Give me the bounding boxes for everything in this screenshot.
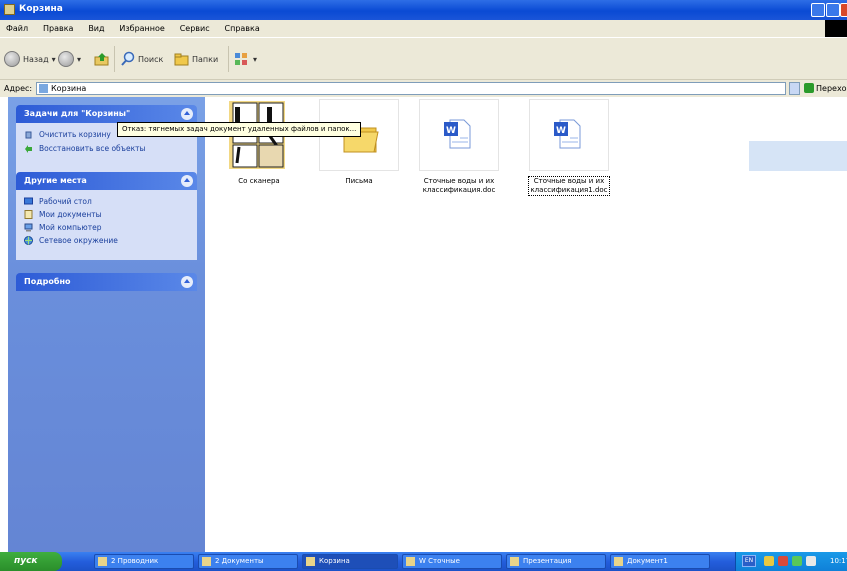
back-arrow-icon	[4, 51, 20, 67]
menu-view[interactable]: Вид	[82, 20, 110, 33]
recycle-bin-icon	[39, 84, 48, 93]
taskbar-button[interactable]: 2 Проводник	[94, 554, 194, 569]
taskbar-button[interactable]: 2 Документы	[198, 554, 298, 569]
collapse-chevron-icon[interactable]	[181, 108, 193, 120]
start-button[interactable]: пуск	[0, 552, 62, 571]
file-list-area[interactable]: Со сканера Письма W Сточные воды и их кл…	[205, 97, 847, 552]
tooltip: Отказ: тягнемых задач документ удаленных…	[117, 122, 362, 137]
other-places-header[interactable]: Другие места	[16, 172, 197, 190]
address-label: Адрес:	[4, 84, 33, 93]
taskbar-button[interactable]: Документ1	[610, 554, 710, 569]
address-value: Корзина	[51, 84, 87, 93]
menu-edit[interactable]: Правка	[37, 20, 79, 33]
other-places-body: Рабочий стол Мои документы Мой компьютер…	[16, 190, 197, 260]
forward-arrow-icon	[58, 51, 74, 67]
file-item[interactable]: Со сканера	[219, 99, 299, 186]
forward-button[interactable]: ▾	[58, 50, 81, 68]
desktop-icon	[24, 197, 33, 204]
file-item[interactable]: W Сточные воды и их классификация1.doc	[528, 99, 610, 196]
taskbar-button[interactable]: Презентация	[506, 554, 606, 569]
network-places-link[interactable]: Сетевое окружение	[24, 235, 191, 245]
search-button[interactable]: Поиск	[120, 50, 163, 68]
taskbar-button[interactable]: Корзина	[302, 554, 398, 569]
file-name: Сточные воды и их классификация.doc	[422, 177, 496, 194]
file-name: Письма	[345, 177, 373, 185]
selection-remnant	[749, 141, 847, 171]
expand-chevron-icon[interactable]	[181, 276, 193, 288]
tray-icon[interactable]	[778, 556, 788, 566]
taskbar-button[interactable]: W Сточные	[402, 554, 502, 569]
file-name: Сточные воды и их классификация1.doc	[528, 176, 610, 196]
address-dropdown-button[interactable]	[789, 82, 800, 95]
views-icon	[235, 53, 247, 65]
my-computer-link[interactable]: Мой компьютер	[24, 222, 191, 232]
details-panel-header[interactable]: Подробно	[16, 273, 197, 291]
views-button[interactable]: ▾	[234, 50, 257, 68]
other-places-title: Другие места	[24, 176, 87, 185]
file-item[interactable]: Письма	[319, 99, 399, 186]
search-label: Поиск	[138, 54, 164, 64]
folders-label: Папки	[192, 54, 219, 64]
restore-icon	[25, 144, 32, 153]
maximize-button[interactable]	[826, 3, 840, 17]
word-document-icon: W	[419, 99, 499, 171]
taskbar: пуск 2 Проводник 2 Документы Корзина W С…	[0, 552, 847, 571]
tray-icon[interactable]	[792, 556, 802, 566]
my-documents-icon	[24, 209, 33, 219]
address-input[interactable]: Корзина	[36, 82, 786, 95]
menu-help[interactable]: Справка	[219, 20, 266, 33]
menu-file[interactable]: Файл	[0, 20, 34, 33]
recycle-bin-icon	[4, 4, 15, 15]
go-arrow-icon	[804, 83, 814, 93]
svg-text:W: W	[446, 126, 456, 136]
search-icon	[121, 51, 135, 66]
tasks-panel-header[interactable]: Задачи для "Корзины"	[16, 105, 197, 123]
my-documents-link[interactable]: Мои документы	[24, 209, 191, 219]
menu-bar: Файл Правка Вид Избранное Сервис Справка	[0, 20, 847, 37]
network-icon	[24, 235, 33, 245]
other-places-panel: Другие места Рабочий стол Мои документы …	[16, 172, 197, 260]
title-bar[interactable]: Корзина	[0, 0, 847, 20]
restore-all-link[interactable]: Восстановить все объекты	[24, 143, 191, 153]
back-label: Назад	[23, 54, 49, 64]
file-name: Со сканера	[238, 177, 280, 185]
svg-text:W: W	[556, 126, 566, 136]
folders-button[interactable]: Папки	[174, 50, 218, 68]
my-computer-icon	[24, 223, 33, 231]
tasks-panel-title: Задачи для "Корзины"	[24, 109, 131, 118]
address-bar: Адрес: Корзина Переход	[0, 79, 847, 97]
minimize-button[interactable]	[811, 3, 825, 17]
language-indicator[interactable]: EN	[742, 555, 756, 567]
menu-favorites[interactable]: Избранное	[113, 20, 170, 33]
up-button[interactable]	[94, 50, 110, 68]
tray-icon[interactable]	[764, 556, 774, 566]
task-pane: Задачи для "Корзины" Очистить корзину Во…	[8, 97, 205, 552]
file-item[interactable]: W Сточные воды и их классификация.doc	[419, 99, 499, 195]
toolbar: Назад ▾ ▾ Поиск Папки ▾	[0, 37, 847, 79]
desktop-link[interactable]: Рабочий стол	[24, 196, 191, 206]
tasks-panel: Задачи для "Корзины" Очистить корзину Во…	[16, 105, 197, 179]
window-title: Корзина	[19, 4, 63, 14]
go-button[interactable]: Переход	[804, 83, 847, 93]
go-label: Переход	[816, 83, 847, 93]
menu-tools[interactable]: Сервис	[174, 20, 216, 33]
clock: 10:17	[830, 557, 847, 565]
details-panel: Подробно	[16, 273, 197, 291]
back-button[interactable]: Назад ▾	[4, 50, 56, 68]
close-button[interactable]	[840, 3, 847, 17]
system-tray: EN 10:17	[735, 552, 847, 571]
tray-icon[interactable]	[806, 556, 816, 566]
collapse-chevron-icon[interactable]	[181, 175, 193, 187]
details-panel-title: Подробно	[24, 277, 71, 286]
folder-up-icon	[94, 53, 109, 66]
word-document-icon: W	[529, 99, 609, 171]
empty-bin-icon	[25, 131, 32, 138]
folders-icon	[174, 53, 189, 66]
windows-logo-icon	[825, 20, 847, 37]
